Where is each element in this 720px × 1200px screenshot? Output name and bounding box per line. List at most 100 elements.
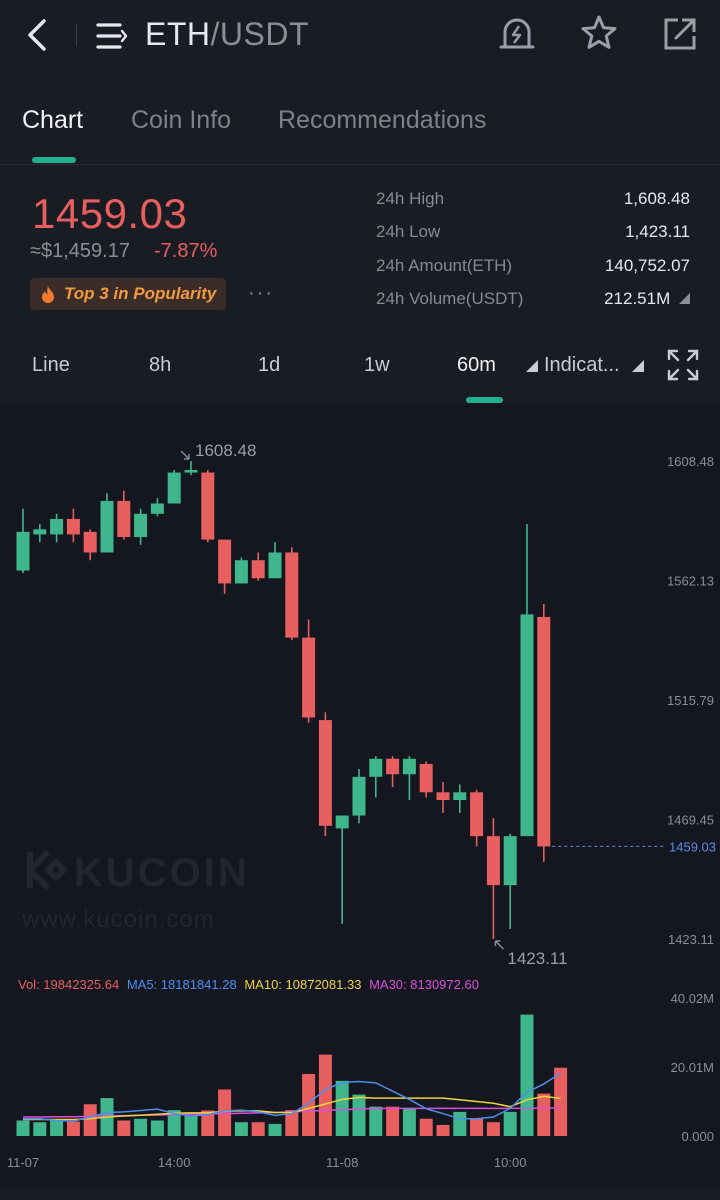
stat-value-24h-amount: 140,752.07 [604, 256, 690, 275]
candle-body [268, 552, 282, 579]
volume-axis-label: 40.02M [671, 991, 714, 1006]
tab-divider [0, 164, 720, 165]
stat-value-24h-high: 1,608.48 [623, 189, 690, 208]
legend-vol: Vol: 19842325.64 [18, 977, 120, 992]
time-axis-label: 11-07 [7, 1155, 39, 1170]
popularity-badge[interactable]: Top 3 in Popularity [30, 278, 227, 310]
flame-icon [42, 286, 54, 303]
pair-quote: /USDT [210, 16, 309, 52]
tab-recommendations[interactable]: Recommendations [278, 106, 486, 135]
top-bar: ETH/USDT [0, 0, 720, 74]
stat-value-24h-volume[interactable]: 212.51M [604, 289, 690, 309]
candle-body [386, 758, 400, 775]
candle-body [369, 758, 383, 777]
volume-bar [503, 1111, 517, 1136]
volume-bar [218, 1089, 232, 1136]
legend-ma5: MA5: 18181841.28 [126, 977, 237, 992]
fullscreen-icon[interactable] [666, 348, 700, 382]
stat-value-24h-low: 1,423.11 [625, 222, 690, 241]
stat-label-24h-low: 24h Low [376, 222, 441, 241]
low-marker-label: 1423.11 [507, 949, 567, 968]
volume-bar [16, 1120, 30, 1136]
candle-body [50, 518, 64, 535]
price-axis-label: 1608.48 [667, 454, 714, 469]
candle-body [234, 560, 248, 584]
active-tab-indicator [32, 157, 76, 163]
volume-bar [369, 1106, 383, 1136]
interval-8h[interactable]: 8h [149, 354, 171, 377]
back-icon[interactable] [24, 18, 52, 52]
ma5-line [23, 1072, 562, 1122]
price-axis-label: 1562.13 [667, 574, 714, 589]
last-price: 1459.03 [32, 190, 188, 237]
volume-bar [33, 1122, 47, 1136]
indicators-button[interactable]: Indicat... [544, 354, 620, 377]
candle-body [167, 472, 181, 504]
volume-bar [50, 1120, 64, 1136]
candle-body [335, 815, 349, 829]
high-marker-label: 1608.48 [195, 441, 256, 460]
volume-bar [251, 1122, 265, 1136]
legend-ma30: MA30: 8130972.60 [369, 977, 479, 992]
volume-bar [386, 1106, 400, 1136]
tab-chart[interactable]: Chart [22, 106, 83, 135]
volume-bar [302, 1073, 316, 1136]
price-axis-label: 1469.45 [667, 813, 714, 828]
trading-pair-title[interactable]: ETH/USDT [145, 16, 309, 53]
candle-body [100, 500, 114, 553]
volume-bar [520, 1014, 534, 1136]
volume-bar [470, 1118, 484, 1136]
bottom-bar [0, 1186, 720, 1200]
time-axis-label: 11-08 [326, 1155, 358, 1170]
volume-bar [66, 1121, 80, 1136]
candle-body [503, 836, 517, 886]
fiat-price: ≈$1,459.17 [30, 240, 130, 262]
volume-bar [150, 1120, 164, 1136]
price-axis-label: 1515.79 [667, 693, 714, 708]
candle-body [285, 552, 299, 638]
volume-bar [419, 1118, 433, 1136]
candle-body [520, 614, 534, 837]
interval-1d[interactable]: 1d [258, 354, 280, 377]
candle-body [453, 792, 467, 801]
time-axis-label: 14:00 [158, 1155, 191, 1170]
share-icon[interactable] [662, 16, 698, 52]
volume-bar [436, 1124, 450, 1136]
candle-body [83, 531, 97, 553]
volume-bar [537, 1093, 551, 1136]
candle-body [134, 513, 148, 538]
low-marker-arrow [494, 940, 504, 950]
legend-ma10: MA10: 10872081.33 [244, 977, 362, 992]
star-icon[interactable] [580, 14, 618, 52]
alert-bell-icon[interactable] [499, 16, 535, 52]
candle-body [251, 560, 265, 579]
stat-label-24h-high: 24h High [376, 189, 445, 208]
popularity-badge-label: Top 3 in Popularity [64, 284, 217, 303]
candlestick-chart[interactable]: 1608.48 1562.13 1515.79 1469.45 1423.11 1608.… [0, 404, 720, 1186]
volume-bar [83, 1104, 97, 1136]
more-options-button[interactable]: ··· [248, 282, 274, 305]
volume-bar [486, 1122, 500, 1136]
corner-triangle-icon [679, 293, 690, 304]
price-change: -7.87% [154, 240, 218, 262]
pair-base: ETH [145, 16, 211, 52]
volume-bar [554, 1067, 568, 1136]
volume-bar [402, 1108, 416, 1136]
volume-bar [268, 1123, 282, 1136]
candle-body [419, 763, 433, 793]
indicator-dropdown-icon [526, 360, 538, 372]
interval-line[interactable]: Line [32, 354, 70, 377]
volume-bar [117, 1120, 131, 1136]
menu-icon[interactable] [96, 22, 128, 50]
candle-body [33, 529, 47, 535]
volume-axis-label: 20.01M [671, 1060, 714, 1075]
candle-body [436, 792, 450, 801]
volume-bar [234, 1122, 248, 1136]
interval-60m[interactable]: 60m [457, 354, 496, 377]
interval-1w[interactable]: 1w [364, 354, 390, 377]
volume-bar [352, 1094, 366, 1136]
high-marker-arrow [180, 450, 190, 460]
volume-bar [335, 1080, 349, 1136]
tab-coin-info[interactable]: Coin Info [131, 106, 231, 135]
candle-body [218, 539, 232, 584]
